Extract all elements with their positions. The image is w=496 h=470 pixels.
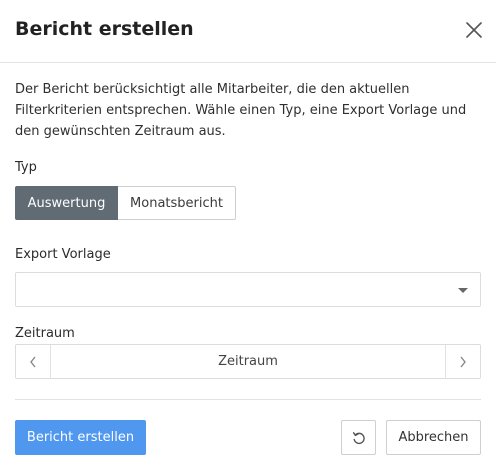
type-option-auswertung[interactable]: Auswertung xyxy=(15,186,118,220)
dialog-description: Der Bericht berücksichtigt alle Mitarbei… xyxy=(15,82,467,139)
close-button[interactable] xyxy=(464,20,484,40)
period-label: Zeitraum xyxy=(15,326,75,341)
footer-divider xyxy=(15,399,481,400)
period-value[interactable]: Zeitraum xyxy=(51,345,445,378)
type-option-monatsbericht[interactable]: Monatsbericht xyxy=(118,186,236,220)
caret-down-icon xyxy=(458,288,468,293)
dialog-title: Bericht erstellen xyxy=(15,18,194,40)
dialog-header: Bericht erstellen xyxy=(0,0,496,63)
export-template-select[interactable] xyxy=(15,272,481,307)
close-icon xyxy=(466,22,482,38)
type-label: Typ xyxy=(15,160,37,175)
chevron-right-icon xyxy=(460,356,466,367)
chevron-left-icon xyxy=(30,356,36,367)
export-template-label: Export Vorlage xyxy=(15,247,111,262)
cancel-button[interactable]: Abbrechen xyxy=(386,420,481,455)
type-selector: Auswertung Monatsbericht xyxy=(15,186,236,220)
period-prev-button[interactable] xyxy=(16,345,51,378)
reset-icon xyxy=(352,431,365,444)
report-dialog: Bericht erstellen Der Bericht berücksich… xyxy=(0,0,496,470)
create-report-button[interactable]: Bericht erstellen xyxy=(15,420,146,455)
reset-button[interactable] xyxy=(341,420,376,455)
period-picker: Zeitraum xyxy=(15,344,481,379)
period-next-button[interactable] xyxy=(445,345,480,378)
